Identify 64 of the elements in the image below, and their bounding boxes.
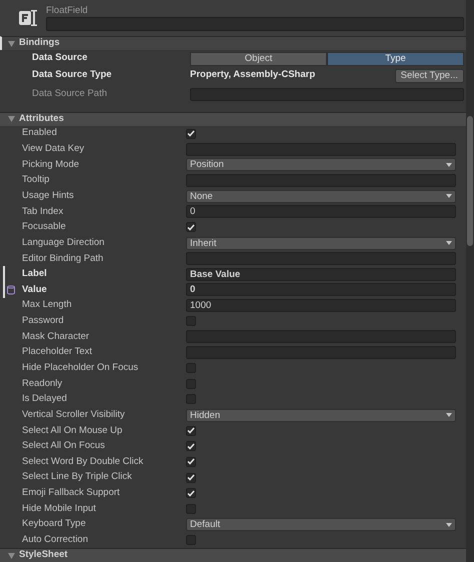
caret-icon [446,413,452,418]
section-header[interactable]: StyleSheet [0,548,466,562]
dropdown[interactable]: None [186,190,456,203]
checkbox[interactable] [186,426,196,436]
checkbox[interactable] [186,488,196,498]
section-header[interactable]: Attributes [0,112,466,126]
element-type-label: FloatField [46,5,89,17]
dropdown[interactable]: Inherit [186,236,456,250]
dropdown[interactable]: Position [186,158,456,172]
field-label: Keyboard Type [22,517,87,532]
caret-icon [446,162,452,167]
dropdown[interactable]: Hidden [186,408,456,422]
select-type-button[interactable]: Select Type... [394,68,464,82]
field-label: Max Length [22,298,73,312]
float-field-icon [18,8,40,28]
check-icon [187,130,195,138]
checkbox[interactable] [186,441,196,452]
field-label: Tooltip [22,173,50,188]
field-label: Enabled [22,126,58,140]
field-label: Is Delayed [22,392,68,406]
field-label: Select All On Mouse Up [22,424,124,438]
text-field[interactable]: 0 [186,205,456,218]
toggle-option[interactable]: Type [327,52,464,66]
field-label: Auto Correction [22,533,90,548]
field-label: Mask Character [22,330,90,344]
field-label: Language Direction [22,236,106,250]
caret-icon [446,522,452,527]
checkbox[interactable] [186,222,196,232]
field-label: Hide Placeholder On Focus [22,361,140,375]
field-label: Label [22,267,48,282]
field-label: Usage Hints [22,188,75,203]
field-label: Select Word By Double Click [22,454,144,469]
field-label: View Data Key [22,142,86,156]
scrollbar-thumb[interactable] [467,116,473,246]
checkbox[interactable] [186,456,196,467]
toggle-option[interactable]: Object [190,52,327,66]
checkbox[interactable] [186,128,196,139]
field-label: Select Line By Triple Click [22,470,133,484]
field-label: Value [22,282,48,297]
field-label: Tab Index [22,204,64,219]
field-label: Editor Binding Path [22,252,104,266]
dropdown[interactable]: Default [186,518,456,532]
section-header[interactable]: Bindings [0,36,466,50]
check-icon [187,224,195,231]
field-label: Readonly [22,376,64,391]
field-label: Password [22,314,65,328]
field-label: Vertical Scroller Visibility [22,408,126,422]
field-label: Focusable [22,220,67,234]
field-label: Select All On Focus [22,439,106,454]
field-label: Emoji Fallback Support [22,486,121,500]
text-field[interactable]: Base Value [186,268,456,281]
caret-icon [446,241,452,245]
field-label: Placeholder Text [22,345,94,360]
field-label: Hide Mobile Input [22,502,97,516]
field-label: Data Source Path [32,86,108,101]
field-label: Data Source [32,51,88,66]
type-value: Property, Assembly-CSharp [190,68,316,82]
field-label: Picking Mode [22,158,80,172]
name-field[interactable] [46,17,464,31]
field-label: Data Source Type [32,68,113,82]
text-field[interactable]: 0 [186,283,456,296]
text-field[interactable]: 1000 [186,299,456,312]
checkbox[interactable] [186,472,196,483]
caret-icon [446,194,452,198]
